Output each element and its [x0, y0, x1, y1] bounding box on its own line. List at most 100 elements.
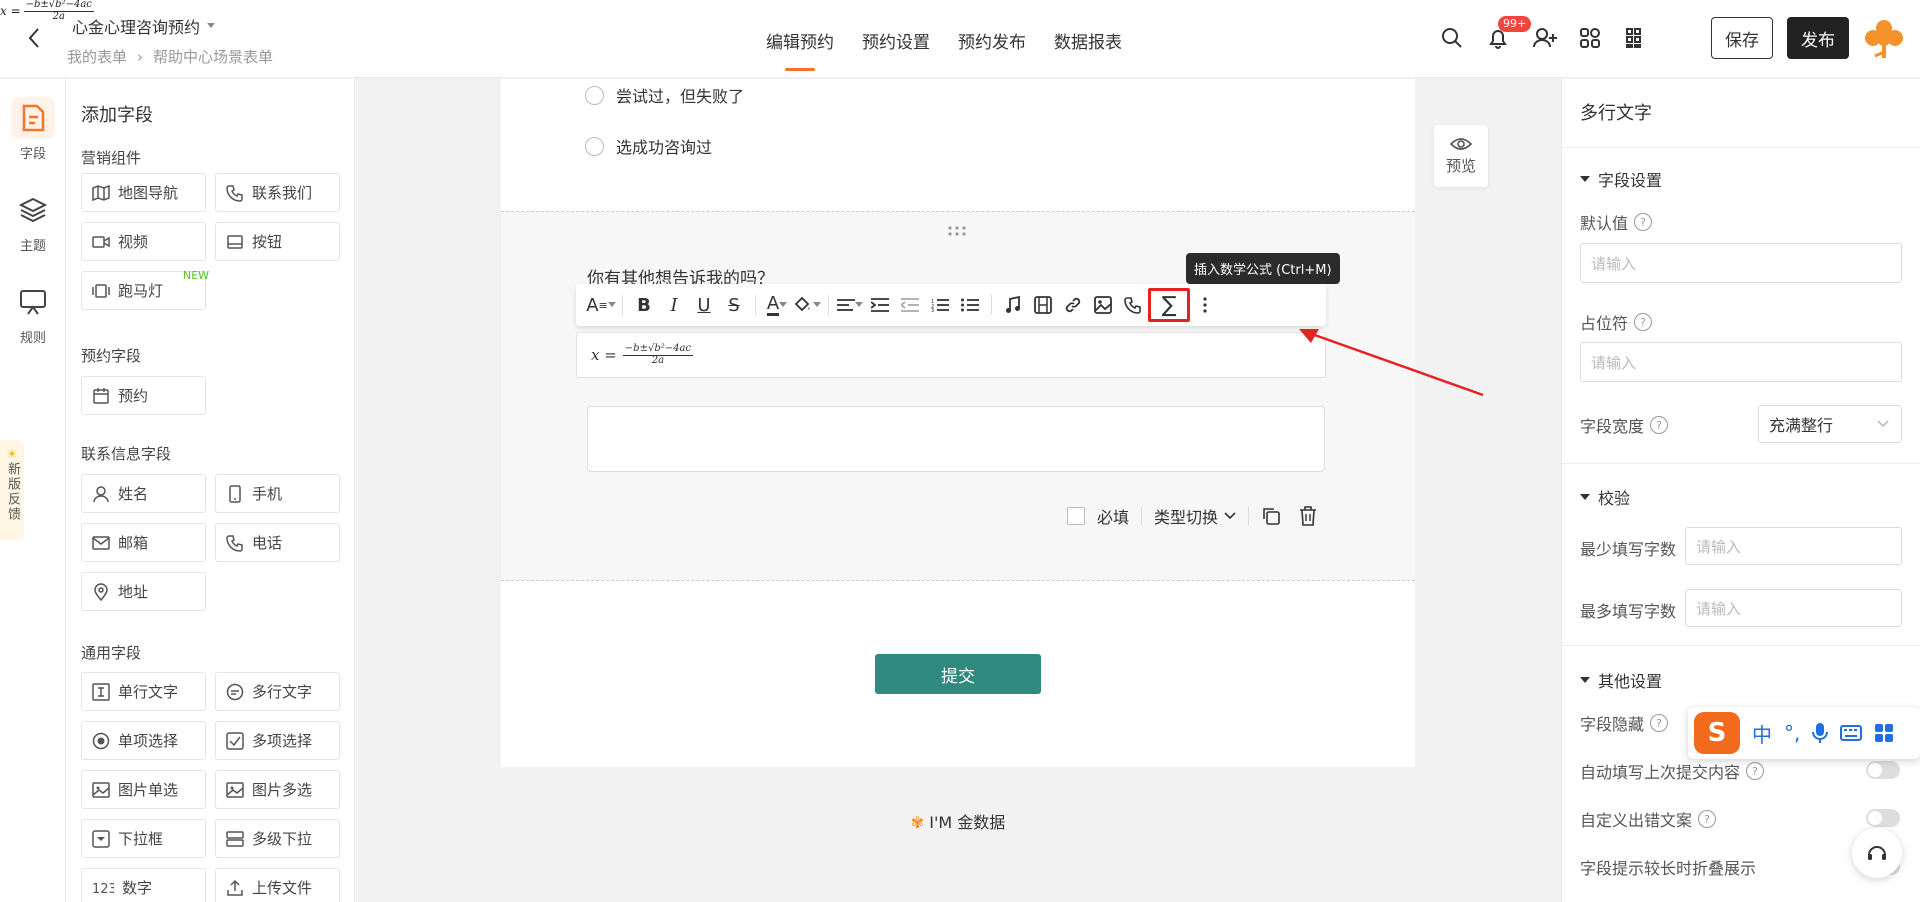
copy-icon[interactable] — [1261, 506, 1281, 526]
bold-icon[interactable]: B — [629, 288, 659, 322]
min-chars-input[interactable]: 请输入 — [1685, 527, 1902, 565]
svg-text:3: 3 — [931, 308, 934, 312]
add-user-icon[interactable] — [1532, 26, 1558, 52]
bullet-list-icon[interactable] — [955, 288, 985, 322]
math-formula-display[interactable]: x = −b±√b²−4ac 2a — [576, 332, 1326, 378]
more-vertical-icon[interactable] — [1190, 288, 1220, 322]
ime-mode[interactable]: 中 — [1752, 719, 1772, 748]
font-size-icon[interactable]: A ≡ — [586, 288, 616, 322]
integration-icon[interactable] — [1578, 26, 1604, 52]
tab-settings[interactable]: 预约设置 — [862, 28, 930, 71]
radio-option[interactable]: 尝试过，但失败了 — [585, 83, 744, 107]
tab-publish[interactable]: 预约发布 — [958, 28, 1026, 71]
form-title[interactable]: 心金心理咨询预约 — [72, 14, 216, 38]
field-address[interactable]: 地址 — [81, 572, 206, 611]
save-button[interactable]: 保存 — [1711, 17, 1773, 59]
field-single-line[interactable]: 单行文字 — [81, 672, 206, 711]
image-insert-icon[interactable] — [1088, 288, 1118, 322]
field-single-choice[interactable]: 单项选择 — [81, 721, 206, 760]
drag-handle-icon[interactable] — [947, 226, 967, 236]
required-checkbox[interactable] — [1067, 507, 1085, 525]
back-button[interactable] — [20, 24, 48, 52]
strikethrough-icon[interactable]: S — [719, 288, 749, 322]
field-map-nav[interactable]: 地图导航 — [81, 173, 206, 212]
field-number[interactable]: 123 数字 — [81, 868, 206, 902]
upload-icon — [227, 879, 243, 896]
map-icon — [92, 184, 110, 201]
field-appointment[interactable]: 预约 — [81, 376, 206, 415]
breadcrumb-item[interactable]: 帮助中心场景表单 — [153, 46, 273, 67]
field-image-multi[interactable]: 图片多选 — [215, 770, 340, 809]
publish-button[interactable]: 发布 — [1787, 17, 1849, 59]
rail-item-fields[interactable]: 字段 — [8, 97, 58, 162]
ime-punct[interactable]: °, — [1784, 721, 1800, 745]
section-validation[interactable]: 校验 — [1580, 485, 1630, 509]
location-icon — [94, 582, 108, 601]
grid-menu-icon[interactable] — [1874, 723, 1894, 743]
placeholder-input[interactable]: 请输入 — [1580, 342, 1902, 382]
indent-icon[interactable] — [865, 288, 895, 322]
panel-title: 添加字段 — [81, 105, 153, 126]
type-switch[interactable]: 类型切换 — [1154, 504, 1236, 528]
field-phone[interactable]: 电话 — [215, 523, 340, 562]
formula-sigma-icon[interactable]: ∑ — [1148, 288, 1190, 322]
delete-icon[interactable] — [1299, 506, 1317, 526]
field-dropdown[interactable]: 下拉框 — [81, 819, 206, 858]
section-field-settings[interactable]: 字段设置 — [1580, 167, 1662, 191]
fill-color-icon[interactable] — [792, 288, 822, 322]
align-icon[interactable] — [835, 288, 865, 322]
feedback-button[interactable]: ☀ 新版反馈 — [0, 440, 24, 540]
field-multi-line[interactable]: 多行文字 — [215, 672, 340, 711]
help-icon: ? — [1634, 213, 1653, 231]
bell-icon[interactable]: 99+ — [1486, 16, 1532, 52]
font-color-icon[interactable]: A — [762, 288, 792, 322]
toggle-label: 字段提示较长时折叠展示 — [1580, 859, 1757, 878]
submit-button[interactable]: 提交 — [875, 654, 1041, 694]
cascade-icon — [226, 830, 244, 847]
selected-field[interactable]: 你有其他想告诉我的吗？ A ≡ B I U S A 123 ∑ 插入数学公式 (… — [501, 211, 1415, 581]
custom-error-toggle[interactable] — [1866, 809, 1900, 827]
toggle-label: 自定义出错文案? — [1580, 807, 1717, 831]
field-video[interactable]: 视频 — [81, 222, 206, 261]
header: x = −b±√b²−4ac 2a 心金心理咨询预约 我的表单 › 帮助中心场景表… — [0, 0, 1920, 78]
breadcrumb-item[interactable]: 我的表单 — [67, 46, 127, 67]
rail-item-theme[interactable]: 主题 — [8, 189, 58, 254]
underline-icon[interactable]: U — [689, 288, 719, 322]
field-email[interactable]: 邮箱 — [81, 523, 206, 562]
audio-icon[interactable] — [998, 288, 1028, 322]
max-chars-input[interactable]: 请输入 — [1685, 589, 1902, 627]
field-name[interactable]: 姓名 — [81, 474, 206, 513]
field-button[interactable]: 按钮 — [215, 222, 340, 261]
field-image-single[interactable]: 图片单选 — [81, 770, 206, 809]
video-embed-icon[interactable] — [1028, 288, 1058, 322]
rail-item-rules[interactable]: 规则 — [8, 281, 58, 346]
keyboard-icon[interactable] — [1840, 724, 1863, 742]
link-icon[interactable] — [1058, 288, 1088, 322]
help-icon: ? — [1650, 416, 1669, 434]
field-upload[interactable]: 上传文件 — [215, 868, 340, 902]
field-mobile[interactable]: 手机 — [215, 474, 340, 513]
preview-button[interactable]: 预览 — [1434, 125, 1488, 187]
phone-insert-icon[interactable] — [1118, 288, 1148, 322]
autofill-toggle[interactable] — [1866, 761, 1900, 779]
annotation-arrow-icon — [1299, 329, 1484, 397]
default-value-input[interactable]: 请输入 — [1580, 243, 1902, 283]
field-contact-us[interactable]: 联系我们 — [215, 173, 340, 212]
apps-grid-icon[interactable] — [1624, 26, 1650, 52]
field-multi-choice[interactable]: 多项选择 — [215, 721, 340, 760]
chevron-down-icon — [1224, 512, 1236, 520]
textarea-field[interactable] — [587, 406, 1325, 472]
section-other-settings[interactable]: 其他设置 — [1580, 668, 1662, 692]
outdent-icon[interactable] — [895, 288, 925, 322]
microphone-icon[interactable] — [1812, 722, 1829, 744]
search-icon[interactable] — [1440, 26, 1466, 52]
tab-edit[interactable]: 编辑预约 — [766, 28, 834, 71]
radio-option[interactable]: 选成功咨询过 — [585, 134, 712, 158]
italic-icon[interactable]: I — [659, 288, 689, 322]
customer-service-button[interactable] — [1852, 828, 1902, 878]
ime-toolbar[interactable]: S 中 °, — [1688, 707, 1920, 759]
field-cascade-dropdown[interactable]: 多级下拉 — [215, 819, 340, 858]
width-select[interactable]: 充满整行 — [1758, 405, 1902, 443]
ordered-list-icon[interactable]: 123 — [925, 288, 955, 322]
tab-report[interactable]: 数据报表 — [1054, 28, 1122, 71]
